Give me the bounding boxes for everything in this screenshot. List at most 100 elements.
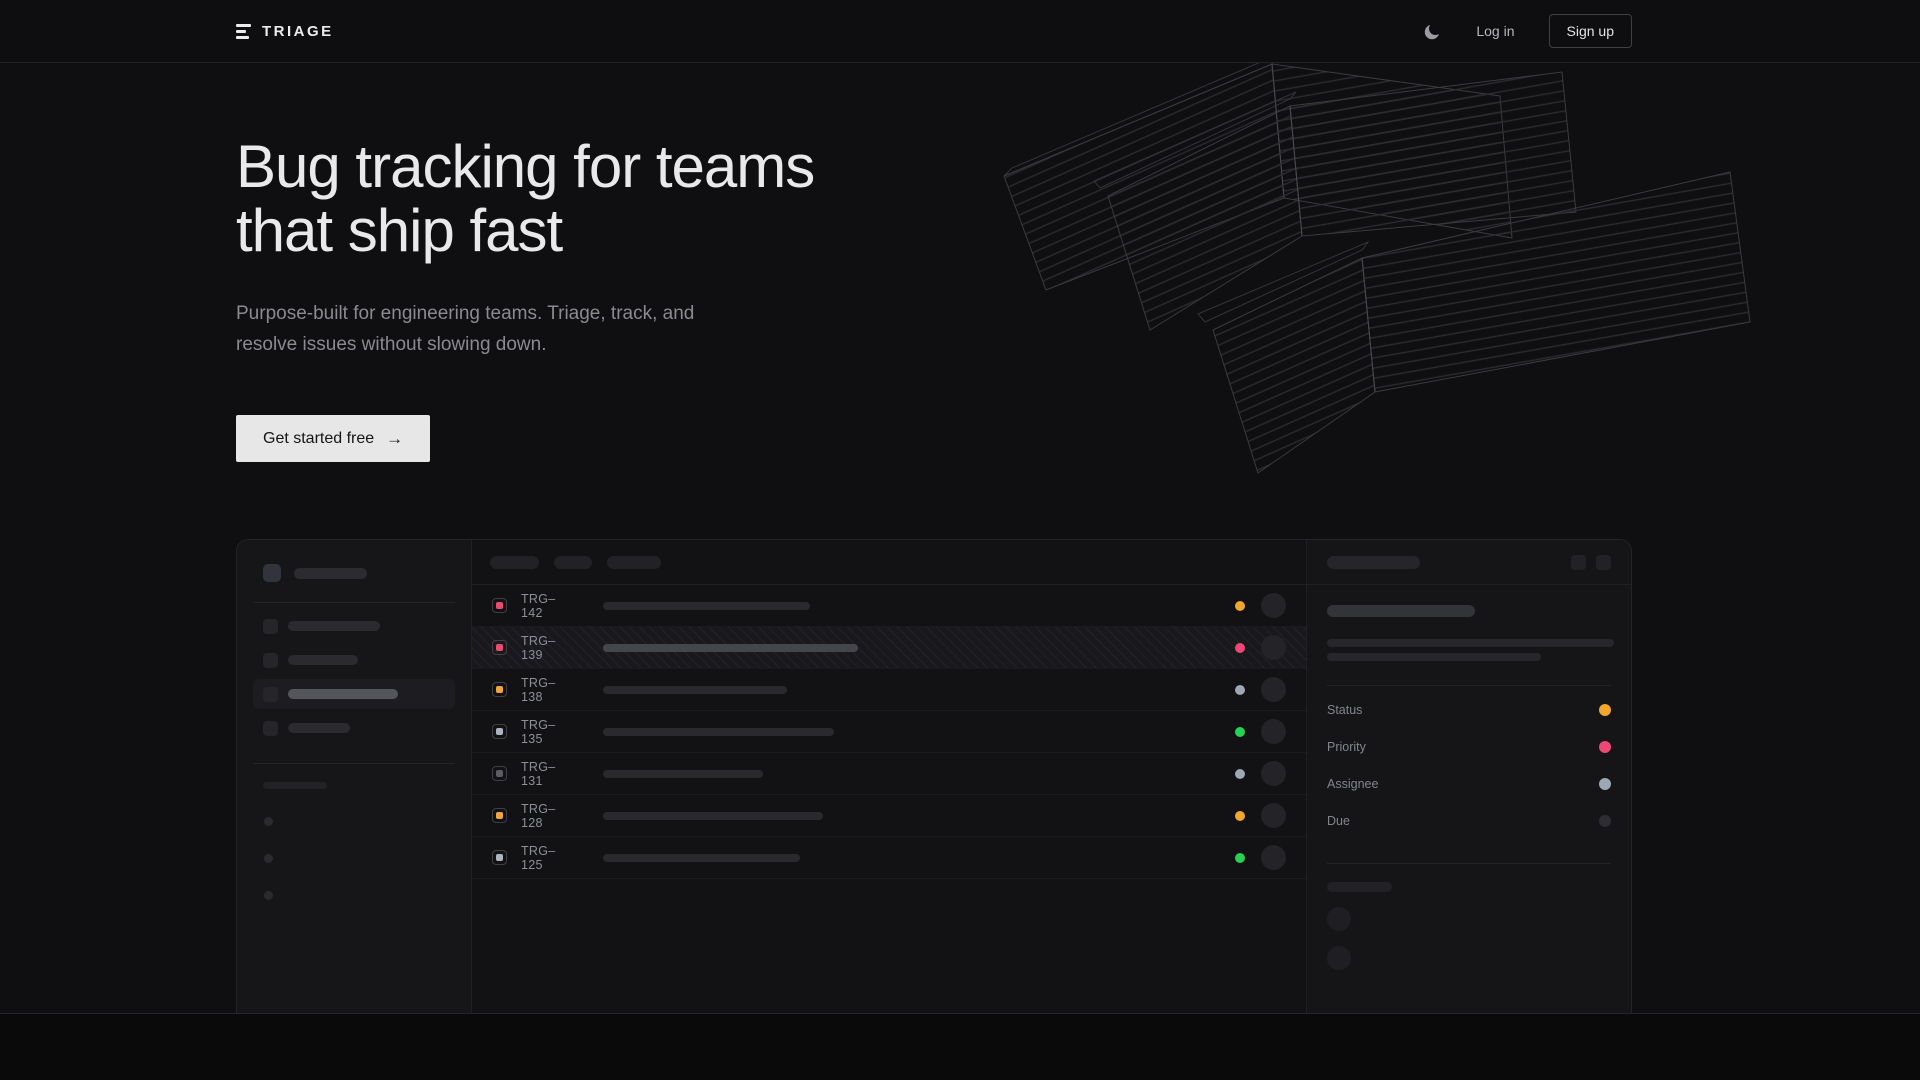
footer xyxy=(0,1013,1920,1080)
issue-row: TRG–142 xyxy=(472,585,1306,627)
sidebar-divider xyxy=(253,763,455,764)
detail-divider xyxy=(1327,863,1611,864)
issue-status-dot xyxy=(1235,853,1245,863)
list-tab-skeleton xyxy=(490,556,539,569)
get-started-button[interactable]: Get started free → xyxy=(236,415,430,462)
issue-title-skeleton xyxy=(603,854,800,862)
issue-assignee-avatar xyxy=(1261,803,1286,828)
issue-type-icon xyxy=(492,598,507,613)
comment-avatar-skeleton xyxy=(1327,946,1351,970)
detail-text-skeleton xyxy=(1327,639,1614,647)
issue-status-dot xyxy=(1235,601,1245,611)
login-link[interactable]: Log in xyxy=(1476,23,1514,39)
issue-type-icon xyxy=(492,766,507,781)
detail-field-row: Status xyxy=(1327,691,1611,728)
sidebar-item-skeleton xyxy=(253,713,455,743)
hero-subtitle: Purpose-built for engineering teams. Tri… xyxy=(236,298,706,360)
hero-title: Bug tracking for teamsthat ship fast xyxy=(236,135,1632,263)
sidebar-item-icon-skeleton xyxy=(263,653,278,668)
sidebar-item-skeleton xyxy=(253,611,455,641)
sidebar-divider xyxy=(253,602,455,603)
issue-title-skeleton xyxy=(603,728,834,736)
sidebar-item-skeleton xyxy=(253,645,455,675)
issue-type-icon xyxy=(492,808,507,823)
triage-bars-icon xyxy=(236,24,251,39)
arrow-right-icon: → xyxy=(386,430,403,447)
issue-id: TRG–138 xyxy=(521,676,575,704)
issue-assignee-avatar xyxy=(1261,845,1286,870)
issue-type-icon xyxy=(492,724,507,739)
brand-logo: TRIAGE xyxy=(236,23,334,40)
sidebar-nav-skeleton xyxy=(237,611,471,743)
field-label: Due xyxy=(1327,814,1350,828)
issue-type-icon xyxy=(492,682,507,697)
issue-assignee-avatar xyxy=(1261,635,1286,660)
field-value-dot xyxy=(1599,815,1611,827)
issue-id: TRG–128 xyxy=(521,802,575,830)
issue-title-skeleton xyxy=(603,602,810,610)
comment-avatar-skeleton xyxy=(1327,907,1351,931)
theme-toggle-moon-icon[interactable] xyxy=(1422,21,1442,41)
list-header-skeleton xyxy=(472,540,1306,585)
issue-row: TRG–125 xyxy=(472,837,1306,879)
detail-divider xyxy=(1327,685,1611,686)
issue-status-dot xyxy=(1235,727,1245,737)
workspace-avatar-skeleton xyxy=(263,564,281,582)
list-tab-skeleton xyxy=(554,556,592,569)
issue-id: TRG–125 xyxy=(521,844,575,872)
mockup-sidebar xyxy=(237,540,472,1028)
issue-title-skeleton xyxy=(603,686,787,694)
issue-id: TRG–139 xyxy=(521,634,575,662)
detail-action-icon xyxy=(1596,555,1611,570)
issue-row: TRG–138 xyxy=(472,669,1306,711)
hero-section: Bug tracking for teamsthat ship fast Pur… xyxy=(236,135,1632,1028)
detail-field-row: Assignee xyxy=(1327,765,1611,802)
issue-status-dot xyxy=(1235,769,1245,779)
signup-button[interactable]: Sign up xyxy=(1549,14,1632,48)
brand-name: TRIAGE xyxy=(262,23,334,40)
issue-title-skeleton xyxy=(603,770,763,778)
issue-type-icon xyxy=(492,640,507,655)
field-value-dot xyxy=(1599,778,1611,790)
issue-row: TRG–139 xyxy=(472,627,1306,669)
issue-row: TRG–135 xyxy=(472,711,1306,753)
sidebar-dot-skeleton xyxy=(264,891,273,900)
issue-id: TRG–142 xyxy=(521,592,575,620)
issue-assignee-avatar xyxy=(1261,719,1286,744)
workspace-name-skeleton xyxy=(294,568,367,579)
detail-section-skeleton xyxy=(1327,882,1392,892)
sidebar-dot-skeleton xyxy=(264,854,273,863)
issue-status-dot xyxy=(1235,643,1245,653)
issue-row: TRG–128 xyxy=(472,795,1306,837)
field-value-dot xyxy=(1599,741,1611,753)
issue-status-dot xyxy=(1235,685,1245,695)
field-value-dot xyxy=(1599,704,1611,716)
issue-assignee-avatar xyxy=(1261,761,1286,786)
detail-text-skeleton xyxy=(1327,653,1541,661)
list-tab-skeleton xyxy=(607,556,661,569)
issue-assignee-avatar xyxy=(1261,593,1286,618)
issue-title-skeleton xyxy=(603,812,823,820)
detail-header-skeleton xyxy=(1327,556,1420,569)
mockup-detail-panel: Status Priority Assignee Due xyxy=(1306,540,1631,1028)
issue-title-skeleton xyxy=(603,644,858,652)
detail-field-row: Priority xyxy=(1327,728,1611,765)
sidebar-section-skeleton xyxy=(263,782,327,789)
issue-id: TRG–135 xyxy=(521,718,575,746)
sidebar-item-icon-skeleton xyxy=(263,687,278,702)
issue-row: TRG–131 xyxy=(472,753,1306,795)
detail-field-row: Due xyxy=(1327,802,1611,839)
field-label: Assignee xyxy=(1327,777,1378,791)
sidebar-dots xyxy=(237,817,471,900)
sidebar-dot-skeleton xyxy=(264,817,273,826)
issue-status-dot xyxy=(1235,811,1245,821)
sidebar-item-icon-skeleton xyxy=(263,721,278,736)
issue-id: TRG–131 xyxy=(521,760,575,788)
cta-label: Get started free xyxy=(263,430,374,448)
detail-header xyxy=(1307,540,1631,585)
detail-title-skeleton xyxy=(1327,605,1475,617)
field-label: Priority xyxy=(1327,740,1366,754)
app-mockup: TRG–142 TRG–139 TRG–138 TRG–135 TRG–131 xyxy=(236,539,1632,1028)
issue-assignee-avatar xyxy=(1261,677,1286,702)
detail-action-icon xyxy=(1571,555,1586,570)
